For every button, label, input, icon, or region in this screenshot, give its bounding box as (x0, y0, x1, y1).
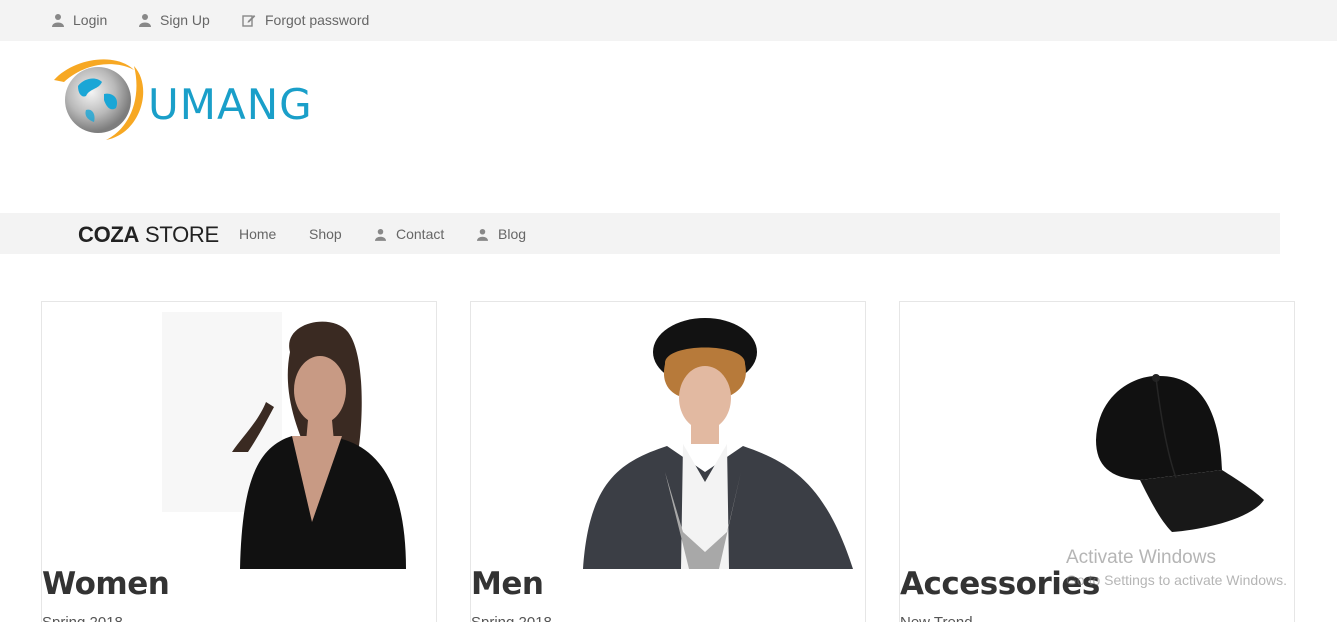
category-subtitle: Spring 2018 (471, 614, 552, 622)
category-subtitle: Spring 2018 (42, 614, 123, 622)
user-icon (375, 228, 386, 241)
nav-shop-label: Shop (309, 226, 342, 242)
category-card-women[interactable]: Women Spring 2018 (41, 301, 437, 622)
site-logo[interactable]: UMANG (50, 52, 312, 144)
user-icon (52, 14, 64, 27)
watermark-line1: Activate Windows (1066, 547, 1216, 568)
user-icon (139, 14, 151, 27)
user-icon (477, 228, 488, 241)
logo-text: UMANG (148, 80, 312, 129)
nav-contact[interactable]: Contact (375, 226, 444, 242)
category-card-men[interactable]: Men Spring 2018 (470, 301, 866, 622)
category-title: Men (471, 566, 544, 602)
women-model-image (162, 312, 406, 569)
login-link[interactable]: Login (52, 11, 107, 29)
top-utility-bar: Login Sign Up Forgot password (0, 0, 1337, 41)
nav-home-label: Home (239, 226, 277, 242)
brand-logo[interactable]: COZA STORE (78, 222, 219, 248)
forgot-password-label: Forgot password (265, 12, 370, 28)
brand-light: STORE (144, 222, 219, 247)
forgot-password-link[interactable]: Forgot password (242, 11, 369, 29)
nav-contact-label: Contact (396, 226, 445, 242)
men-model-image (583, 318, 853, 569)
category-subtitle: New Trend (900, 614, 973, 622)
login-label: Login (73, 12, 108, 28)
nav-blog[interactable]: Blog (477, 226, 526, 242)
brand-bold: COZA (78, 222, 140, 247)
cap-image (1096, 374, 1264, 532)
signup-link[interactable]: Sign Up (139, 11, 210, 29)
category-title: Women (42, 566, 170, 602)
watermark-line2: Go to Settings to activate Windows. (1066, 572, 1287, 588)
nav-home[interactable]: Home (239, 226, 276, 242)
nav-blog-label: Blog (498, 226, 527, 242)
main-navbar: COZA STORE Home Shop Contact Blog (0, 213, 1280, 254)
signup-label: Sign Up (160, 12, 210, 28)
nav-shop[interactable]: Shop (309, 226, 342, 242)
windows-activation-watermark: Activate Windows Go to Settings to activ… (1066, 547, 1287, 588)
edit-icon (242, 15, 256, 27)
